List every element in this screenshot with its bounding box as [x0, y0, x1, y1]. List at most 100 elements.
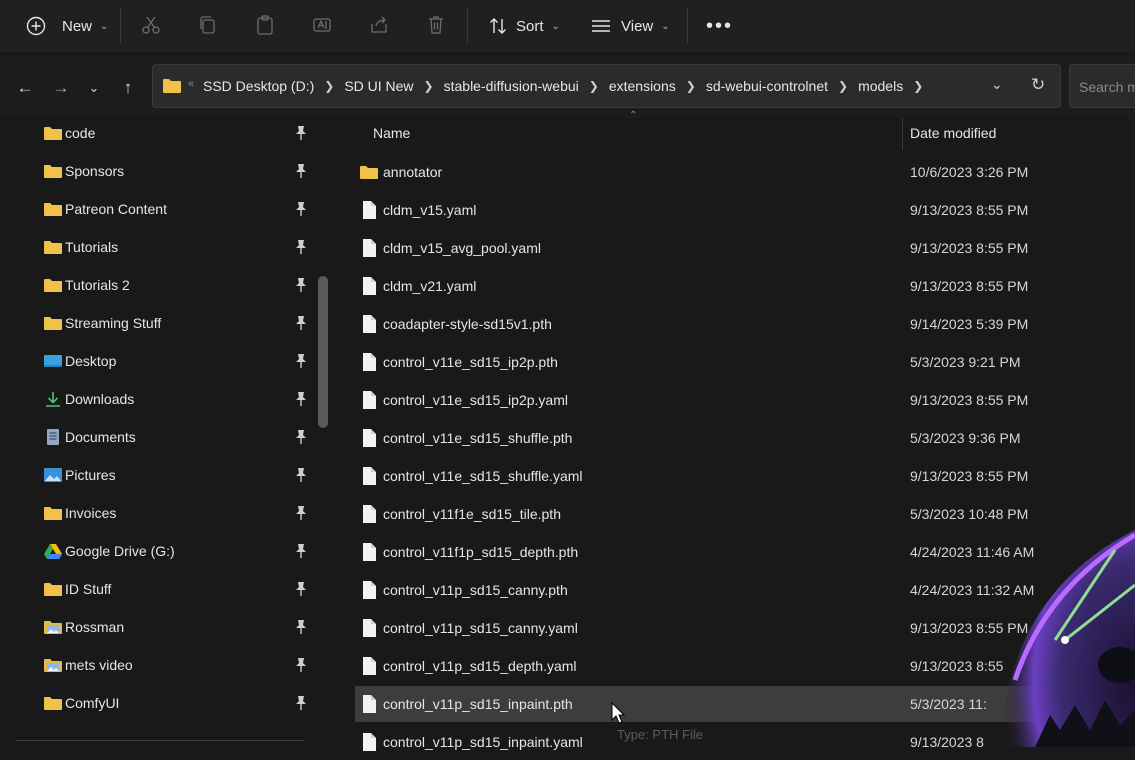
file-row[interactable]: control_v11e_sd15_shuffle.yaml 9/13/2023 …: [355, 458, 1135, 494]
file-row[interactable]: control_v11e_sd15_shuffle.pth 5/3/2023 9:…: [355, 420, 1135, 456]
breadcrumb-item[interactable]: sd-webui-controlnet: [706, 78, 828, 94]
pin-icon[interactable]: [294, 657, 308, 673]
sidebar-item-label: Patreon Content: [65, 201, 167, 217]
sidebar-item-invoices[interactable]: Invoices: [0, 496, 320, 534]
folder-icon: [44, 127, 62, 140]
copy-icon[interactable]: [197, 14, 219, 36]
file-name: control_v11f1p_sd15_depth.pth: [383, 544, 579, 560]
pin-icon[interactable]: [294, 163, 308, 179]
file-name: control_v11e_sd15_ip2p.yaml: [383, 392, 568, 408]
sidebar-item-patreon-content[interactable]: Patreon Content: [0, 192, 320, 230]
sidebar-item-documents[interactable]: Documents: [0, 420, 320, 458]
chevron-right-icon[interactable]: ❯: [589, 79, 599, 93]
recent-locations-chevron-icon[interactable]: ⌄: [83, 77, 105, 99]
chevron-right-icon[interactable]: ❯: [838, 79, 848, 93]
file-row[interactable]: cldm_v15_avg_pool.yaml 9/13/2023 8:55 PM: [355, 230, 1135, 266]
file-row[interactable]: cldm_v21.yaml 9/13/2023 8:55 PM: [355, 268, 1135, 304]
sidebar-item-label: code: [65, 125, 96, 141]
sidebar-item-desktop[interactable]: Desktop: [0, 344, 320, 382]
pin-icon[interactable]: [294, 429, 308, 445]
view-icon: [592, 20, 610, 32]
paste-icon[interactable]: [254, 14, 276, 36]
sidebar-item-mets-video[interactable]: mets video: [0, 648, 320, 686]
file-icon: [363, 429, 376, 447]
sidebar-item-tutorials-2[interactable]: Tutorials 2: [0, 268, 320, 306]
breadcrumb: SSD Desktop (D:) ❯ SD UI New ❯ stable-diff…: [203, 65, 933, 107]
sidebar-item-comfyui[interactable]: ComfyUI: [0, 686, 320, 724]
address-history-chevron-icon[interactable]: ⌄: [991, 76, 1003, 93]
mouse-cursor-icon: [611, 702, 625, 724]
file-row[interactable]: cldm_v15.yaml 9/13/2023 8:55 PM: [355, 192, 1135, 228]
pin-icon[interactable]: [294, 505, 308, 521]
file-row[interactable]: control_v11f1e_sd15_tile.pth 5/3/2023 10:…: [355, 496, 1135, 532]
share-icon[interactable]: [368, 14, 390, 36]
breadcrumb-item[interactable]: stable-diffusion-webui: [444, 78, 579, 94]
chevron-right-icon[interactable]: ❯: [424, 79, 434, 93]
refresh-icon[interactable]: ↻: [1031, 75, 1045, 95]
cut-icon[interactable]: [140, 14, 162, 36]
breadcrumb-item[interactable]: models: [858, 78, 903, 94]
pin-icon[interactable]: [294, 581, 308, 597]
pin-icon[interactable]: [294, 315, 308, 331]
chevron-right-icon[interactable]: ❯: [324, 79, 334, 93]
pin-icon[interactable]: [294, 391, 308, 407]
column-divider[interactable]: [902, 118, 903, 150]
search-box[interactable]: Search m: [1069, 64, 1135, 108]
folder-row[interactable]: annotator 10/6/2023 3:26 PM: [355, 154, 1135, 190]
pin-icon[interactable]: [294, 239, 308, 255]
sidebar-item-label: Streaming Stuff: [65, 315, 162, 331]
search-placeholder: Search m: [1079, 79, 1135, 95]
file-name: control_v11f1e_sd15_tile.pth: [383, 506, 561, 522]
folder-icon: [44, 279, 62, 292]
pin-icon[interactable]: [294, 695, 308, 711]
breadcrumb-item[interactable]: SD UI New: [344, 78, 413, 94]
view-button[interactable]: View ⌄: [591, 8, 670, 44]
sidebar-item-code[interactable]: code: [0, 116, 320, 154]
pin-icon[interactable]: [294, 277, 308, 293]
date-modified: 9/13/2023 8: [910, 734, 984, 750]
up-arrow-icon[interactable]: ↑: [117, 77, 139, 99]
file-name: control_v11p_sd15_inpaint.pth: [383, 696, 573, 712]
chevron-right-icon[interactable]: ❯: [686, 79, 696, 93]
sidebar-item-streaming-stuff[interactable]: Streaming Stuff: [0, 306, 320, 344]
forward-arrow-icon[interactable]: →: [50, 77, 72, 99]
chevron-right-icon[interactable]: ❯: [913, 79, 923, 93]
pin-icon[interactable]: [294, 201, 308, 217]
sidebar-item-tutorials[interactable]: Tutorials: [0, 230, 320, 268]
file-row[interactable]: coadapter-style-sd15v1.pth 9/14/2023 5:39…: [355, 306, 1135, 342]
back-arrow-icon[interactable]: ←: [14, 77, 36, 99]
new-button[interactable]: New ⌄: [26, 8, 108, 44]
sidebar-item-sponsors[interactable]: Sponsors: [0, 154, 320, 192]
pin-icon[interactable]: [294, 619, 308, 635]
file-name: control_v11p_sd15_inpaint.yaml: [383, 734, 583, 750]
sort-button[interactable]: Sort ⌄: [488, 8, 560, 44]
overflow-chevron-icon[interactable]: «: [188, 78, 194, 90]
file-row[interactable]: control_v11e_sd15_ip2p.pth 5/3/2023 9:21 …: [355, 344, 1135, 380]
sidebar-scrollbar-thumb[interactable]: [318, 276, 328, 428]
column-header-date-modified[interactable]: Date modified: [910, 125, 996, 157]
file-name: coadapter-style-sd15v1.pth: [383, 316, 552, 332]
more-options-icon[interactable]: •••: [706, 8, 733, 44]
sidebar-item-google-drive-g[interactable]: Google Drive (G:): [0, 534, 320, 572]
pin-icon[interactable]: [294, 125, 308, 141]
sidebar-item-rossman[interactable]: Rossman: [0, 610, 320, 648]
sidebar-item-label: Downloads: [65, 391, 135, 407]
folder-icon: [44, 507, 62, 520]
address-bar[interactable]: « SSD Desktop (D:) ❯ SD UI New ❯ stable-di…: [152, 64, 1061, 108]
sidebar-item-label: Tutorials 2: [65, 277, 130, 293]
sidebar-item-pictures[interactable]: Pictures: [0, 458, 320, 496]
pin-icon[interactable]: [294, 543, 308, 559]
file-name: control_v11e_sd15_shuffle.yaml: [383, 468, 583, 484]
rename-icon[interactable]: [311, 14, 333, 36]
column-header-name[interactable]: Name: [373, 125, 410, 157]
sidebar-item-id-stuff[interactable]: ID Stuff: [0, 572, 320, 610]
sidebar-item-downloads[interactable]: Downloads: [0, 382, 320, 420]
pin-icon[interactable]: [294, 467, 308, 483]
delete-icon[interactable]: [425, 14, 447, 36]
pin-icon[interactable]: [294, 353, 308, 369]
sidebar-item-label: Invoices: [65, 505, 117, 521]
breadcrumb-item[interactable]: SSD Desktop (D:): [203, 78, 314, 94]
folder-icon: [44, 697, 62, 710]
breadcrumb-item[interactable]: extensions: [609, 78, 676, 94]
file-row[interactable]: control_v11e_sd15_ip2p.yaml 9/13/2023 8:5…: [355, 382, 1135, 418]
